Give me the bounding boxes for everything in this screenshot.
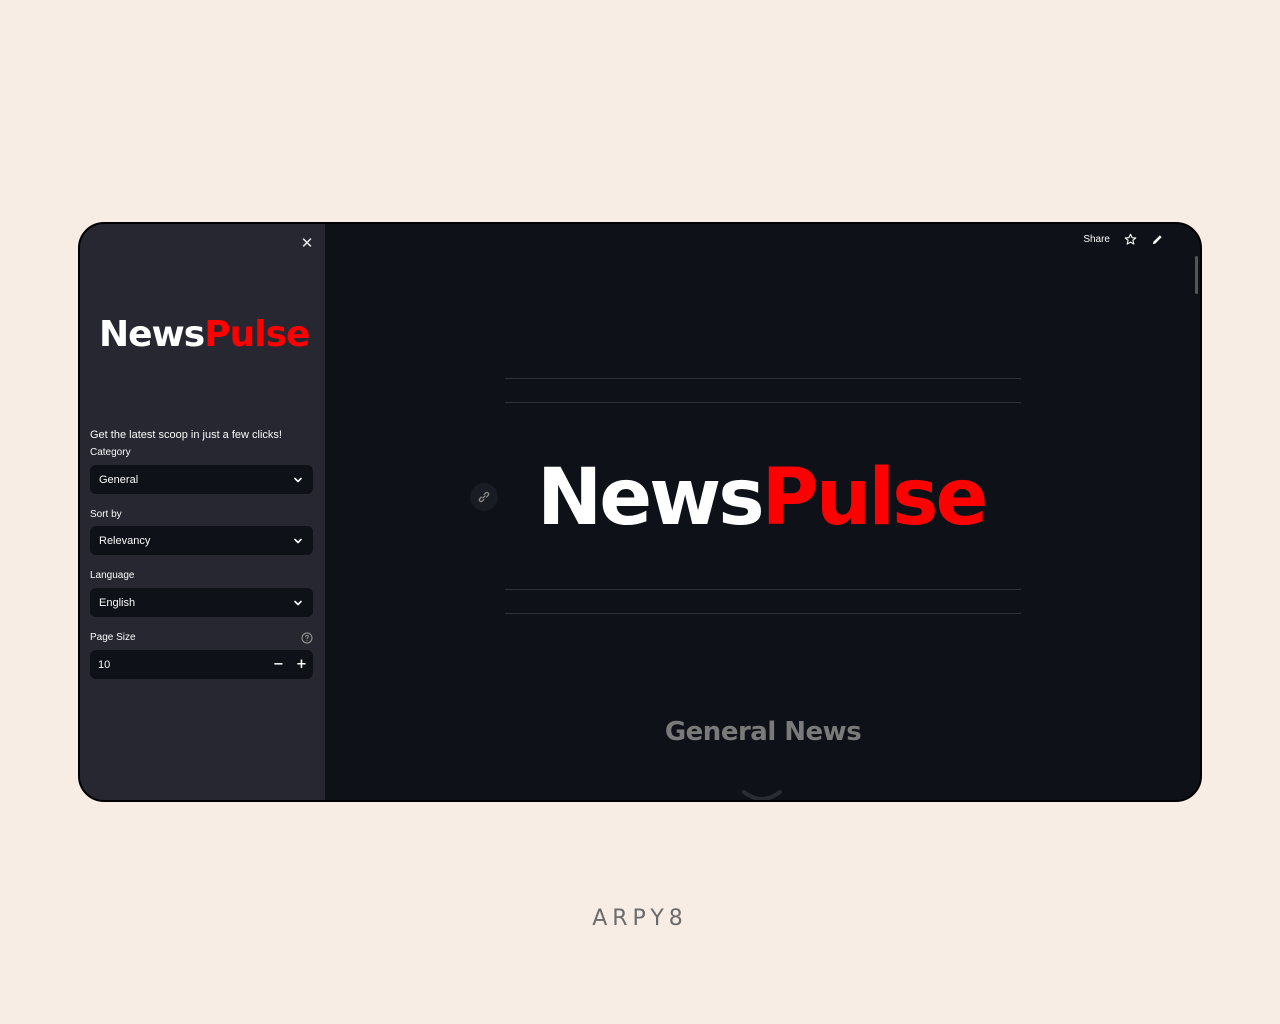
scrollbar[interactable] [1195,256,1198,294]
chevron-down-icon [294,538,302,543]
divider [505,402,1021,403]
toolbar: Share [1083,233,1164,246]
sidebar-tagline: Get the latest scoop in just a few click… [90,429,282,441]
divider [505,589,1021,590]
increment-button[interactable]: + [290,650,313,679]
edit-pencil-icon[interactable] [1151,233,1164,246]
sort-by-value: Relevancy [99,534,151,547]
category-value: General [99,473,139,486]
decrement-button[interactable]: − [267,650,290,679]
page-size-input[interactable] [98,658,267,671]
hero-logo-news: News [537,453,765,543]
hero-logo-pulse: Pulse [761,453,989,543]
category-label: Category [90,447,131,458]
language-value: English [99,596,136,609]
help-circle-icon[interactable] [301,632,313,644]
star-icon[interactable] [1124,233,1137,246]
sidebar-logo: NewsPulse [99,312,310,358]
share-button[interactable]: Share [1083,234,1110,245]
divider [505,378,1021,379]
section-title: General News [664,717,862,747]
page-size-stepper: − + [90,650,313,679]
language-select[interactable]: English [90,588,313,617]
sort-by-label: Sort by [90,509,122,520]
logo-pulse-text: Pulse [204,314,310,355]
brand-watermark: ARPY8 [592,906,688,931]
chevron-down-icon [294,600,302,605]
hero-logo: NewsPulse [537,452,989,544]
language-label: Language [90,570,135,581]
main-content: Share NewsPulse General News [325,224,1200,800]
app-window: ✕ NewsPulse Get the latest scoop in just… [78,222,1202,802]
chevron-down-icon [294,477,302,482]
sidebar: ✕ NewsPulse Get the latest scoop in just… [80,224,325,800]
anchor-link-icon[interactable] [470,483,498,511]
category-select[interactable]: General [90,465,313,494]
page-size-label: Page Size [90,632,136,643]
divider [505,613,1021,614]
chevron-down-icon [742,790,782,800]
sort-by-select[interactable]: Relevancy [90,526,313,555]
close-sidebar-icon[interactable]: ✕ [299,235,315,251]
logo-news-text: News [99,314,205,355]
